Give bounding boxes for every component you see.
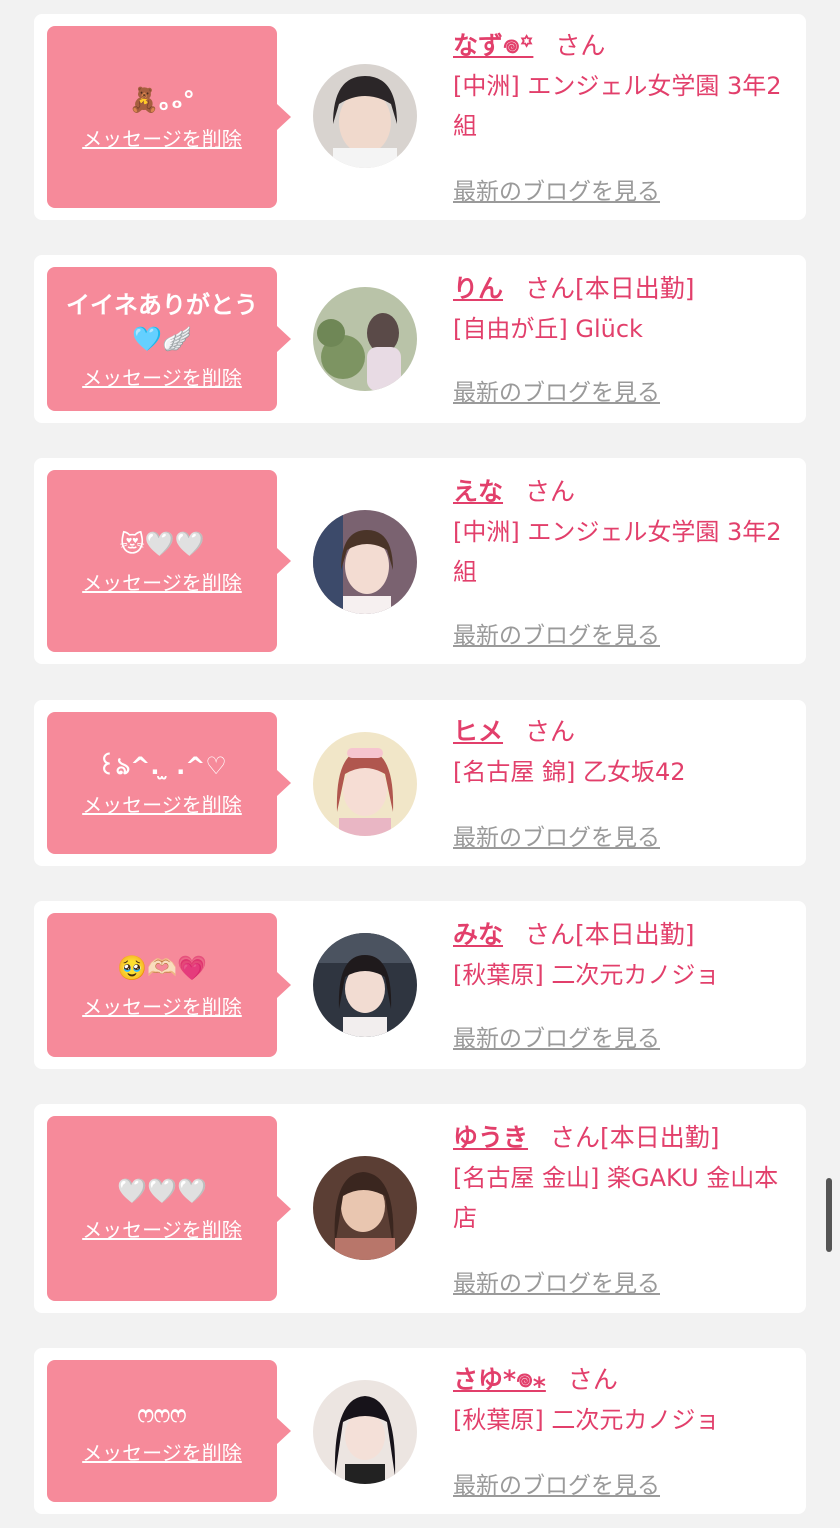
- status-badge: [本日出勤]: [600, 1123, 720, 1152]
- message-text: ෆෆෆ: [137, 1399, 187, 1428]
- shop-name: [秋葉原] 二次元カノジョ: [453, 1406, 720, 1434]
- view-blog-link[interactable]: 最新のブログを見る: [453, 373, 660, 407]
- girl-name-link[interactable]: えな: [453, 477, 503, 506]
- delete-message-link[interactable]: メッセージを削除: [82, 991, 242, 1020]
- message-text: 😻🤍🤍: [119, 529, 205, 558]
- name-line: なず𖦹꙳ さん: [453, 26, 798, 66]
- avatar-photo: [313, 1380, 417, 1484]
- girl-info: みな さん[本日出勤] [秋葉原] 二次元カノジョ: [453, 915, 798, 995]
- avatar-photo: [313, 287, 417, 391]
- scrollbar[interactable]: [826, 1178, 832, 1252]
- delete-message-link[interactable]: メッセージを削除: [82, 362, 242, 391]
- avatar[interactable]: [313, 1380, 417, 1484]
- status-badge: [本日出勤]: [575, 920, 695, 949]
- girl-name-link[interactable]: みな: [453, 920, 503, 949]
- message-card: イイネありがとう🩵🪽 メッセージを削除 りん さん[本日出勤] [自由が丘] Gl…: [34, 255, 806, 423]
- girl-info: えな さん [中洲] エンジェル女学園 3年2組: [453, 472, 798, 592]
- shop-name: [名古屋 金山] 楽GAKU 金山本店: [453, 1164, 779, 1232]
- message-card: 🥹🫶🏻💗 メッセージを削除 みな さん[本日出勤] [秋葉原] 二次元カノジョ 最…: [34, 901, 806, 1069]
- avatar-photo: [313, 64, 417, 168]
- message-text: イイネありがとう🩵🪽: [66, 290, 258, 353]
- san-label: さん: [555, 31, 606, 60]
- san-label: さん: [525, 477, 576, 506]
- status-badge: [本日出勤]: [575, 274, 695, 303]
- shop-name: [中洲] エンジェル女学園 3年2組: [453, 518, 782, 586]
- girl-name-link[interactable]: なず𖦹꙳: [453, 31, 533, 60]
- message-text: 🥹🫶🏻💗: [117, 953, 207, 982]
- view-blog-link[interactable]: 最新のブログを見る: [453, 172, 660, 206]
- san-label: さん: [525, 920, 576, 949]
- san-label: さん: [525, 717, 576, 746]
- name-line: みな さん[本日出勤]: [453, 915, 798, 955]
- message-bubble: 🧸｡ₒ° メッセージを削除: [47, 26, 291, 208]
- avatar[interactable]: [313, 64, 417, 168]
- message-bubble: ꒰ঌ^. ̫ .^♡ メッセージを削除: [47, 712, 291, 854]
- message-card: 🧸｡ₒ° メッセージを削除 なず𖦹꙳ さん [中洲] エンジェル女学園 3年2組 …: [34, 14, 806, 220]
- delete-message-link[interactable]: メッセージを削除: [82, 1214, 242, 1243]
- delete-message-link[interactable]: メッセージを削除: [82, 567, 242, 596]
- girl-info: さゆ*𖦹⁎ さん [秋葉原] 二次元カノジョ: [453, 1360, 798, 1440]
- view-blog-link[interactable]: 最新のブログを見る: [453, 1466, 660, 1500]
- message-card: 🤍🤍🤍 メッセージを削除 ゆうき さん[本日出勤] [名古屋 金山] 楽GAKU …: [34, 1104, 806, 1313]
- avatar-photo: [313, 933, 417, 1037]
- message-card: ꒰ঌ^. ̫ .^♡ メッセージを削除 ヒメ さん [名古屋 錦] 乙女坂42 最…: [34, 700, 806, 866]
- message-card: 😻🤍🤍 メッセージを削除 えな さん [中洲] エンジェル女学園 3年2組 最新の…: [34, 458, 806, 664]
- name-line: さゆ*𖦹⁎ さん: [453, 1360, 798, 1400]
- girl-name-link[interactable]: りん: [453, 274, 503, 303]
- delete-message-link[interactable]: メッセージを削除: [82, 1437, 242, 1466]
- avatar[interactable]: [313, 1156, 417, 1260]
- delete-message-link[interactable]: メッセージを削除: [82, 789, 242, 818]
- shop-name: [名古屋 錦] 乙女坂42: [453, 758, 686, 786]
- san-label: さん: [567, 1365, 618, 1394]
- shop-name: [中洲] エンジェル女学園 3年2組: [453, 72, 782, 140]
- girl-info: ヒメ さん [名古屋 錦] 乙女坂42: [453, 712, 798, 792]
- girl-info: なず𖦹꙳ さん [中洲] エンジェル女学園 3年2組: [453, 26, 798, 146]
- message-bubble: 🥹🫶🏻💗 メッセージを削除: [47, 913, 291, 1057]
- view-blog-link[interactable]: 最新のブログを見る: [453, 616, 660, 650]
- view-blog-link[interactable]: 最新のブログを見る: [453, 1019, 660, 1053]
- avatar-photo: [313, 1156, 417, 1260]
- message-bubble: イイネありがとう🩵🪽 メッセージを削除: [47, 267, 291, 411]
- message-bubble: ෆෆෆ メッセージを削除: [47, 1360, 291, 1502]
- girl-name-link[interactable]: ヒメ: [453, 717, 503, 746]
- message-bubble: 😻🤍🤍 メッセージを削除: [47, 470, 291, 652]
- message-card: ෆෆෆ メッセージを削除 さゆ*𖦹⁎ さん [秋葉原] 二次元カノジョ 最新のブロ…: [34, 1348, 806, 1514]
- girl-info: りん さん[本日出勤] [自由が丘] Glück: [453, 269, 798, 349]
- avatar-photo: [313, 510, 417, 614]
- name-line: りん さん[本日出勤]: [453, 269, 798, 309]
- message-text: 🤍🤍🤍: [117, 1177, 207, 1205]
- avatar[interactable]: [313, 732, 417, 836]
- shop-name: [自由が丘] Glück: [453, 315, 643, 343]
- avatar[interactable]: [313, 510, 417, 614]
- girl-name-link[interactable]: さゆ*𖦹⁎: [453, 1365, 546, 1394]
- view-blog-link[interactable]: 最新のブログを見る: [453, 818, 660, 852]
- girl-info: ゆうき さん[本日出勤] [名古屋 金山] 楽GAKU 金山本店: [453, 1118, 798, 1238]
- avatar[interactable]: [313, 287, 417, 391]
- name-line: えな さん: [453, 472, 798, 512]
- delete-message-link[interactable]: メッセージを削除: [82, 123, 242, 152]
- view-blog-link[interactable]: 最新のブログを見る: [453, 1264, 660, 1298]
- name-line: ゆうき さん[本日出勤]: [453, 1118, 798, 1158]
- message-text: 🧸｡ₒ°: [129, 85, 195, 114]
- shop-name: [秋葉原] 二次元カノジョ: [453, 961, 720, 989]
- name-line: ヒメ さん: [453, 712, 798, 752]
- san-label: さん: [550, 1123, 601, 1152]
- message-text: ꒰ঌ^. ̫ .^♡: [97, 751, 227, 780]
- message-bubble: 🤍🤍🤍 メッセージを削除: [47, 1116, 291, 1301]
- avatar[interactable]: [313, 933, 417, 1037]
- girl-name-link[interactable]: ゆうき: [453, 1123, 528, 1152]
- san-label: さん: [525, 274, 576, 303]
- avatar-photo: [313, 732, 417, 836]
